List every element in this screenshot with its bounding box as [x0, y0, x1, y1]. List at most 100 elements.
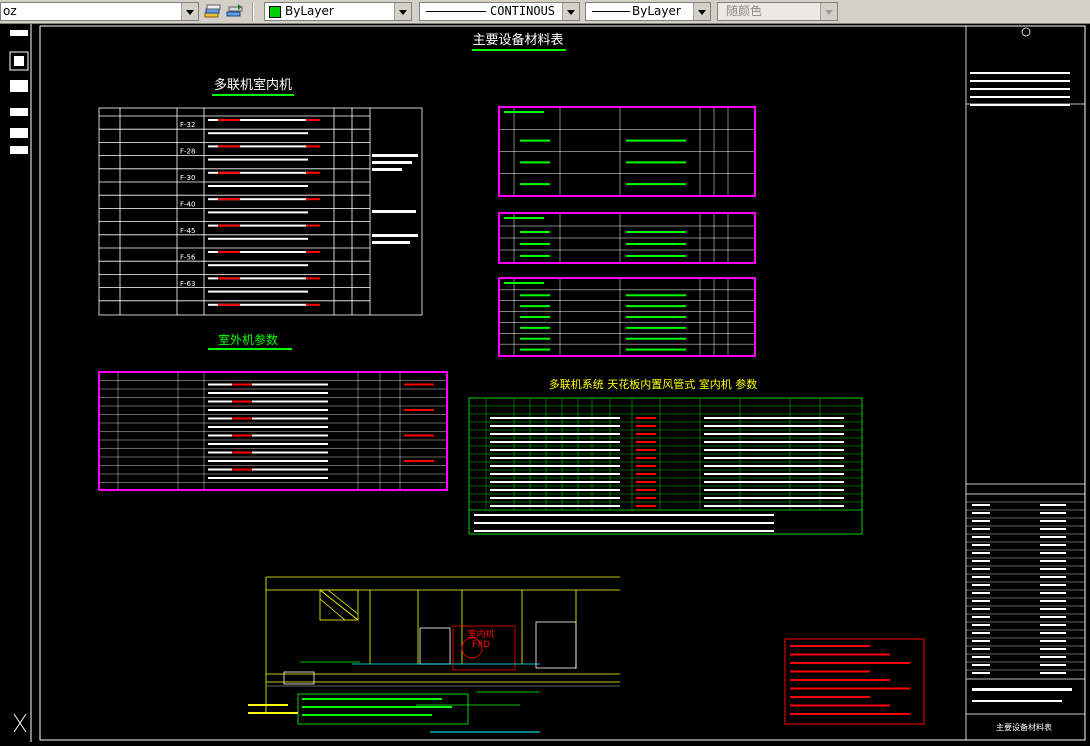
title-block-text [972, 616, 990, 618]
cell-text [520, 231, 550, 233]
title-block-text [972, 632, 990, 634]
title-block-text [972, 576, 990, 578]
installation-detail [265, 576, 620, 714]
title-block [965, 26, 1085, 740]
title-block-text [1040, 640, 1066, 642]
note-text [790, 670, 870, 673]
cell-highlight [218, 171, 240, 174]
lineweight-value: ByLayer [632, 4, 681, 18]
indoor-model-labels: F-32 F-28 F-30 F-40 F-45 F-56 F-63 [180, 121, 196, 288]
cell-text [490, 417, 620, 419]
chevron-down-icon[interactable] [693, 3, 710, 20]
cell-highlight [636, 465, 656, 467]
color-swatch-icon [269, 6, 281, 18]
title-block-text [1040, 512, 1066, 514]
cell-text [626, 243, 686, 245]
cell-text [626, 255, 686, 257]
cell-highlight [636, 449, 656, 451]
title-block-text [972, 560, 990, 562]
cell-highlight [232, 417, 252, 420]
title-block-text [972, 512, 990, 514]
color-dropdown[interactable]: ByLayer [264, 2, 412, 21]
cell-highlight [218, 224, 240, 227]
layer-previous-icon[interactable] [224, 2, 244, 21]
cell-highlight [636, 441, 656, 443]
chevron-down-icon[interactable] [562, 3, 579, 20]
cell-text [490, 425, 620, 427]
cell-text [208, 460, 328, 462]
cell-text [208, 443, 328, 445]
cad-drawing: 主要设备材料表 多联机室内机 F-32F-28F-30F-40F-45F-56F… [9, 24, 1086, 742]
layer-stack-icon[interactable] [202, 2, 222, 21]
note-text [790, 696, 870, 698]
cell-text [208, 392, 328, 394]
title-block-text [1040, 672, 1066, 674]
cell-text [626, 348, 686, 351]
cell-text [704, 473, 844, 475]
cell-text [704, 505, 844, 507]
note-text [790, 713, 910, 715]
cell-text [704, 465, 844, 467]
cell-highlight [232, 468, 252, 471]
indoor-section-title: 多联机室内机 [214, 77, 292, 93]
layer-dropdown[interactable]: oz [0, 2, 199, 21]
title-block-text [972, 600, 990, 602]
cell-text [208, 426, 328, 428]
cell-text [520, 326, 550, 329]
title-block-text [972, 672, 990, 674]
duct-table-title: 多联机系统 天花板内置风管式 室内机 参数 [549, 377, 758, 391]
cell-highlight [404, 409, 434, 411]
cell-text [490, 497, 620, 499]
cell-highlight [306, 171, 320, 174]
plotstyle-value: 随颜色 [726, 4, 763, 18]
cell-text [208, 451, 328, 454]
cell-text [208, 477, 328, 479]
title-block-text [1040, 592, 1066, 594]
title-block-text [972, 640, 990, 642]
title-block-text [972, 528, 990, 530]
chevron-down-icon[interactable] [181, 3, 198, 20]
detail-notes [248, 693, 540, 733]
cell-text [208, 468, 328, 471]
note-text [790, 645, 870, 647]
cell-text [208, 185, 308, 187]
chevron-down-icon [820, 3, 837, 20]
cell-text [490, 457, 620, 459]
title-block-text [1040, 568, 1066, 570]
note-text [790, 687, 910, 690]
cell-text [520, 305, 550, 308]
title-block-text [1040, 584, 1066, 586]
material-table-3 [498, 277, 756, 357]
note-text [790, 704, 890, 707]
title-block-text [972, 568, 990, 570]
cell-highlight [306, 145, 320, 148]
title-block-text [1040, 536, 1066, 538]
cell-text [704, 457, 844, 459]
cell-text [626, 161, 686, 164]
toolbar-separator [252, 2, 254, 22]
table-heading [504, 217, 544, 219]
indoor-model-label: F-45 [180, 227, 195, 235]
table-note [474, 522, 774, 524]
cell-text [208, 211, 308, 214]
properties-toolbar: oz ByLayer CONTINOUS ByLayer 随颜色 [0, 0, 1090, 24]
cell-highlight [218, 119, 240, 121]
drawing-canvas[interactable]: 主要设备材料表 多联机室内机 F-32 F-28 F-30 F-40 F-45 F-56 F… [0, 24, 1090, 742]
cell-text [626, 316, 686, 318]
cell-highlight [306, 119, 320, 121]
indoor-model-label: F-63 [180, 280, 195, 288]
title-block-text [1040, 664, 1066, 666]
cell-text [704, 441, 844, 443]
cell-highlight [218, 251, 240, 253]
cell-text [520, 161, 550, 164]
linetype-dropdown[interactable]: CONTINOUS [419, 2, 580, 21]
title-block-text [972, 700, 1062, 702]
cell-text [208, 132, 308, 135]
lineweight-sample-icon [592, 11, 630, 12]
indoor-model-label: F-40 [180, 201, 195, 209]
cell-highlight [232, 383, 252, 386]
note-text [790, 662, 910, 664]
chevron-down-icon[interactable] [394, 3, 411, 20]
red-notes-box [784, 638, 925, 725]
lineweight-dropdown[interactable]: ByLayer [585, 2, 711, 21]
